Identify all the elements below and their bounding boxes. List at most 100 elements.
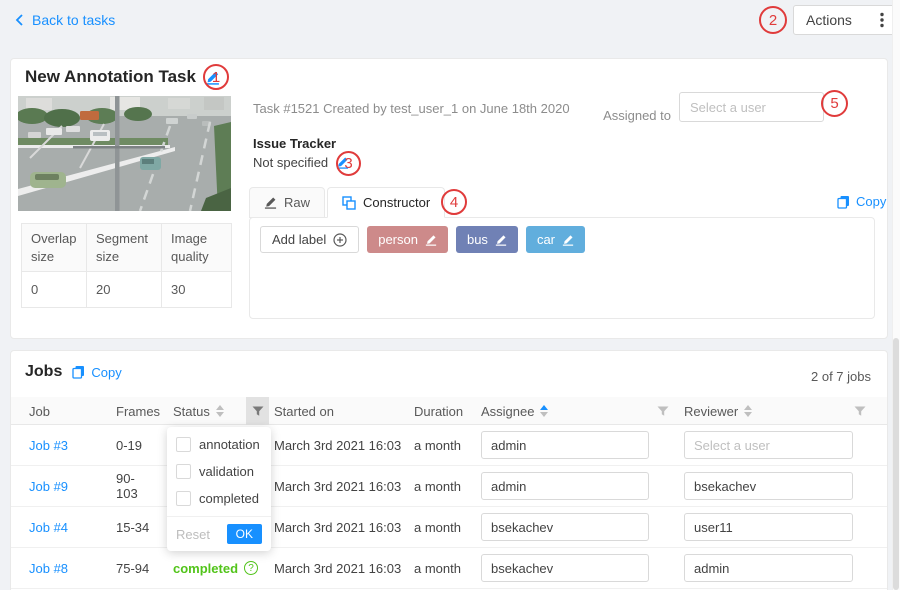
jobs-table-body: Job #3 0-19 March 3rd 2021 16:03 a month…	[11, 425, 887, 589]
task-meta: Task #1521 Created by test_user_1 on Jun…	[253, 101, 570, 116]
job-9-frames: 90-103	[98, 471, 155, 501]
status-sorter[interactable]	[216, 405, 224, 417]
task-preview-image	[18, 96, 231, 211]
param-value-segment: 20	[87, 272, 162, 308]
copy-jobs-button[interactable]: Copy	[72, 365, 121, 380]
job-8-duration: a month	[406, 561, 473, 576]
labels-constructor-panel: Add label person bus car	[249, 217, 875, 319]
param-header-segment: Segment size	[87, 224, 162, 272]
callout-2: 2	[759, 6, 787, 34]
block-icon	[342, 196, 356, 210]
label-car-name: car	[537, 232, 555, 247]
back-to-tasks-link[interactable]: Back to tasks	[14, 12, 115, 28]
job-3-started: March 3rd 2021 16:03	[269, 438, 406, 453]
callout-1: 1	[203, 64, 229, 90]
job-3-assignee-input[interactable]	[481, 431, 649, 459]
job-row-4: Job #4 15-34 March 3rd 2021 16:03 a mont…	[11, 507, 887, 548]
label-bus-name: bus	[467, 232, 488, 247]
task-title-row: New Annotation Task	[25, 67, 220, 87]
issue-tracker-value-row: Not specified	[253, 155, 349, 170]
copy-icon	[837, 195, 850, 209]
filter-ok-button[interactable]: OK	[227, 524, 262, 544]
back-to-tasks-label: Back to tasks	[32, 12, 115, 28]
labels-tabs: Raw Constructor	[249, 187, 445, 218]
copy-icon	[72, 365, 85, 379]
job-9-assignee-input[interactable]	[481, 472, 649, 500]
job-4-link[interactable]: Job #4	[29, 520, 68, 535]
job-4-duration: a month	[406, 520, 473, 535]
label-chip-person[interactable]: person	[367, 226, 448, 253]
chevron-left-icon	[14, 13, 24, 27]
copy-labels-button[interactable]: Copy	[837, 194, 886, 209]
status-filter-icon[interactable]	[246, 397, 269, 425]
assigned-to-label: Assigned to	[581, 108, 671, 123]
param-value-quality: 30	[162, 272, 232, 308]
actions-button[interactable]: Actions	[793, 5, 897, 35]
job-9-reviewer-input[interactable]	[684, 472, 853, 500]
plus-circle-icon	[333, 233, 347, 247]
checkbox-annotation[interactable]	[176, 437, 191, 452]
edit-label-person-icon[interactable]	[425, 234, 437, 246]
copy-label: Copy	[856, 194, 886, 209]
add-label-button[interactable]: Add label	[260, 226, 359, 253]
job-9-link[interactable]: Job #9	[29, 479, 68, 494]
callout-5: 5	[821, 90, 848, 117]
tab-constructor[interactable]: Constructor	[327, 187, 445, 218]
issue-tracker-label: Issue Tracker	[253, 136, 336, 151]
job-9-started: March 3rd 2021 16:03	[269, 479, 406, 494]
filter-option-completed-label: completed	[199, 491, 259, 506]
tab-constructor-label: Constructor	[363, 195, 430, 210]
task-title: New Annotation Task	[25, 67, 196, 87]
copy-jobs-label: Copy	[91, 365, 121, 380]
filter-option-validation[interactable]: validation	[167, 458, 271, 485]
label-chip-car[interactable]: car	[526, 226, 585, 253]
job-3-duration: a month	[406, 438, 473, 453]
checkbox-completed[interactable]	[176, 491, 191, 506]
col-job: Job	[29, 404, 50, 419]
label-chip-bus[interactable]: bus	[456, 226, 518, 253]
filter-option-validation-label: validation	[199, 464, 254, 479]
job-row-8: Job #8 75-94 completed ? March 3rd 2021 …	[11, 548, 887, 589]
col-started-on: Started on	[274, 404, 334, 419]
job-3-reviewer-input[interactable]	[684, 431, 853, 459]
job-4-reviewer-input[interactable]	[684, 513, 853, 541]
col-status: Status	[173, 404, 210, 419]
checkbox-validation[interactable]	[176, 464, 191, 479]
scrollbar-thumb[interactable]	[893, 338, 899, 590]
issue-tracker-value: Not specified	[253, 155, 328, 170]
question-circle-icon[interactable]: ?	[244, 561, 258, 575]
label-person-name: person	[378, 232, 418, 247]
assignee-filter-icon[interactable]	[651, 397, 674, 425]
job-8-status: completed	[173, 561, 238, 576]
task-params-table: Overlap size Segment size Image quality …	[21, 223, 232, 308]
edit-label-car-icon[interactable]	[562, 234, 574, 246]
job-8-link[interactable]: Job #8	[29, 561, 68, 576]
job-8-reviewer-input[interactable]	[684, 554, 853, 582]
col-reviewer: Reviewer	[684, 404, 738, 419]
job-8-frames: 75-94	[98, 561, 155, 576]
filter-option-annotation[interactable]: annotation	[167, 431, 271, 458]
col-duration: Duration	[414, 404, 463, 419]
page-scrollbar[interactable]	[892, 0, 900, 590]
col-frames: Frames	[116, 404, 160, 419]
reviewer-sorter[interactable]	[744, 405, 752, 417]
edit-label-bus-icon[interactable]	[495, 234, 507, 246]
job-4-started: March 3rd 2021 16:03	[269, 520, 406, 535]
job-4-frames: 15-34	[98, 520, 155, 535]
job-4-assignee-input[interactable]	[481, 513, 649, 541]
tab-raw[interactable]: Raw	[249, 187, 325, 218]
jobs-title: Jobs	[25, 363, 62, 381]
job-9-duration: a month	[406, 479, 473, 494]
status-filter-dropdown: annotation validation completed Reset OK	[167, 427, 271, 551]
reviewer-filter-icon[interactable]	[848, 397, 871, 425]
actions-label: Actions	[806, 12, 852, 28]
jobs-card: Jobs Copy 2 of 7 jobs Job Frames Status …	[10, 350, 888, 590]
job-row-3: Job #3 0-19 March 3rd 2021 16:03 a month	[11, 425, 887, 466]
task-assignee-input[interactable]	[679, 92, 824, 122]
param-value-overlap: 0	[22, 272, 87, 308]
filter-option-completed[interactable]: completed	[167, 485, 271, 512]
filter-reset-button[interactable]: Reset	[176, 527, 210, 542]
job-3-link[interactable]: Job #3	[29, 438, 68, 453]
job-8-assignee-input[interactable]	[481, 554, 649, 582]
assignee-sorter[interactable]	[540, 405, 548, 417]
